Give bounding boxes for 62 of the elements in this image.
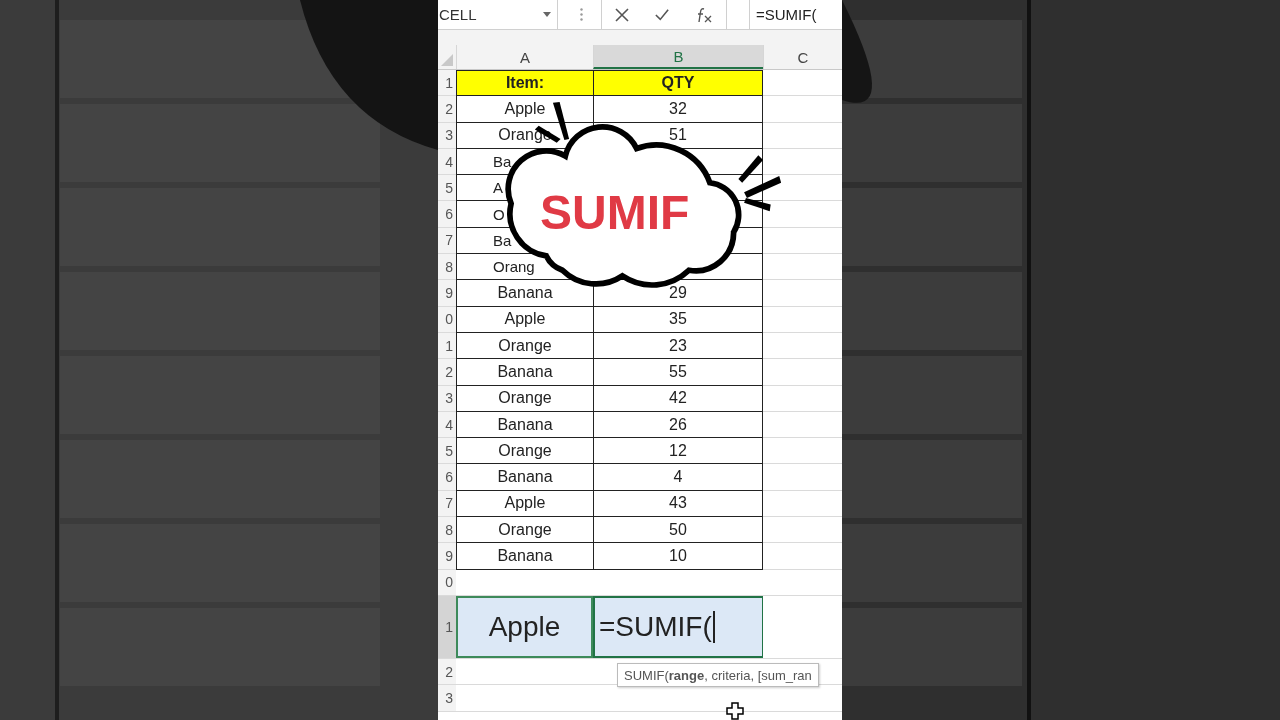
row-header[interactable]: 2 (438, 359, 456, 385)
table-cell[interactable]: 26 (593, 411, 763, 439)
table-cell[interactable]: Ba (493, 153, 512, 171)
row-header[interactable]: 0 (438, 569, 456, 595)
table-cell[interactable]: Banana (456, 359, 593, 386)
table-cell[interactable]: 50 (593, 517, 763, 544)
table-cell[interactable]: Banana (456, 411, 593, 439)
row-header[interactable]: 7 (438, 227, 456, 254)
column-header[interactable]: B (593, 45, 763, 69)
row-header[interactable]: 3 (438, 385, 456, 411)
name-box[interactable]: CELL (438, 0, 558, 30)
table-cell[interactable]: Orange (456, 385, 593, 412)
table-cell[interactable]: 4 (593, 464, 763, 491)
row-header[interactable]: 1 (438, 70, 456, 96)
table-cell[interactable]: Ba (493, 231, 512, 249)
row-header[interactable]: 3 (438, 685, 456, 711)
table-cell[interactable]: 43 (593, 490, 763, 518)
name-box-text: CELL (439, 6, 477, 23)
cancel-icon[interactable] (615, 7, 629, 22)
row-header[interactable]: 2 (438, 96, 456, 122)
row-header[interactable]: 8 (438, 254, 456, 280)
table-cell[interactable]: O (493, 205, 505, 223)
table-cell[interactable]: 35 (593, 306, 763, 333)
row-header[interactable]: 1 (438, 595, 456, 658)
table-cell[interactable]: 42 (593, 385, 763, 412)
table-cell[interactable]: 12 (593, 438, 763, 465)
row-header[interactable]: 4 (438, 148, 456, 175)
row-header[interactable]: 5 (438, 438, 456, 464)
row-header[interactable]: 7 (438, 490, 456, 517)
row-header[interactable]: 6 (438, 464, 456, 490)
row-header[interactable]: 0 (438, 306, 456, 332)
table-cell[interactable]: Banana (456, 464, 593, 491)
table-cell[interactable]: 10 (593, 543, 763, 570)
insert-function-icon[interactable] (695, 6, 713, 23)
column-heading-cell[interactable]: Item: (456, 70, 593, 97)
check-icon[interactable] (655, 7, 669, 22)
row-header[interactable]: 3 (438, 122, 456, 148)
table-cell[interactable]: Apple (456, 490, 593, 518)
more-options-icon[interactable] (580, 8, 583, 21)
table-cell[interactable]: Banana (456, 543, 593, 570)
table-cell[interactable]: Orang (493, 258, 535, 276)
row-header[interactable]: 5 (438, 175, 456, 201)
row-header[interactable]: 9 (438, 543, 456, 569)
formula-cell[interactable]: =SUMIF( (593, 595, 763, 658)
function-tooltip: SUMIF(range, criteria, [sum_ran (617, 663, 819, 687)
table-cell[interactable]: Orange (456, 438, 593, 465)
table-cell[interactable]: 32 (593, 96, 763, 123)
row-header[interactable]: 2 (438, 658, 456, 685)
dropdown-caret-icon[interactable] (543, 12, 551, 17)
table-cell[interactable]: Orange (456, 332, 593, 360)
table-cell[interactable]: 23 (593, 332, 763, 360)
table-cell[interactable]: Orange (456, 517, 593, 544)
table-cell[interactable]: Apple (456, 306, 593, 333)
row-header[interactable]: 8 (438, 517, 456, 543)
row-header[interactable]: 4 (438, 411, 456, 438)
criteria-cell[interactable]: Apple (456, 595, 593, 658)
row-header[interactable]: 9 (438, 280, 456, 306)
table-cell[interactable]: 55 (593, 359, 763, 386)
row-header[interactable]: 1 (438, 332, 456, 359)
row-header[interactable]: 6 (438, 201, 456, 227)
column-heading-cell[interactable]: QTY (593, 70, 763, 97)
table-cell[interactable]: A (493, 179, 503, 197)
